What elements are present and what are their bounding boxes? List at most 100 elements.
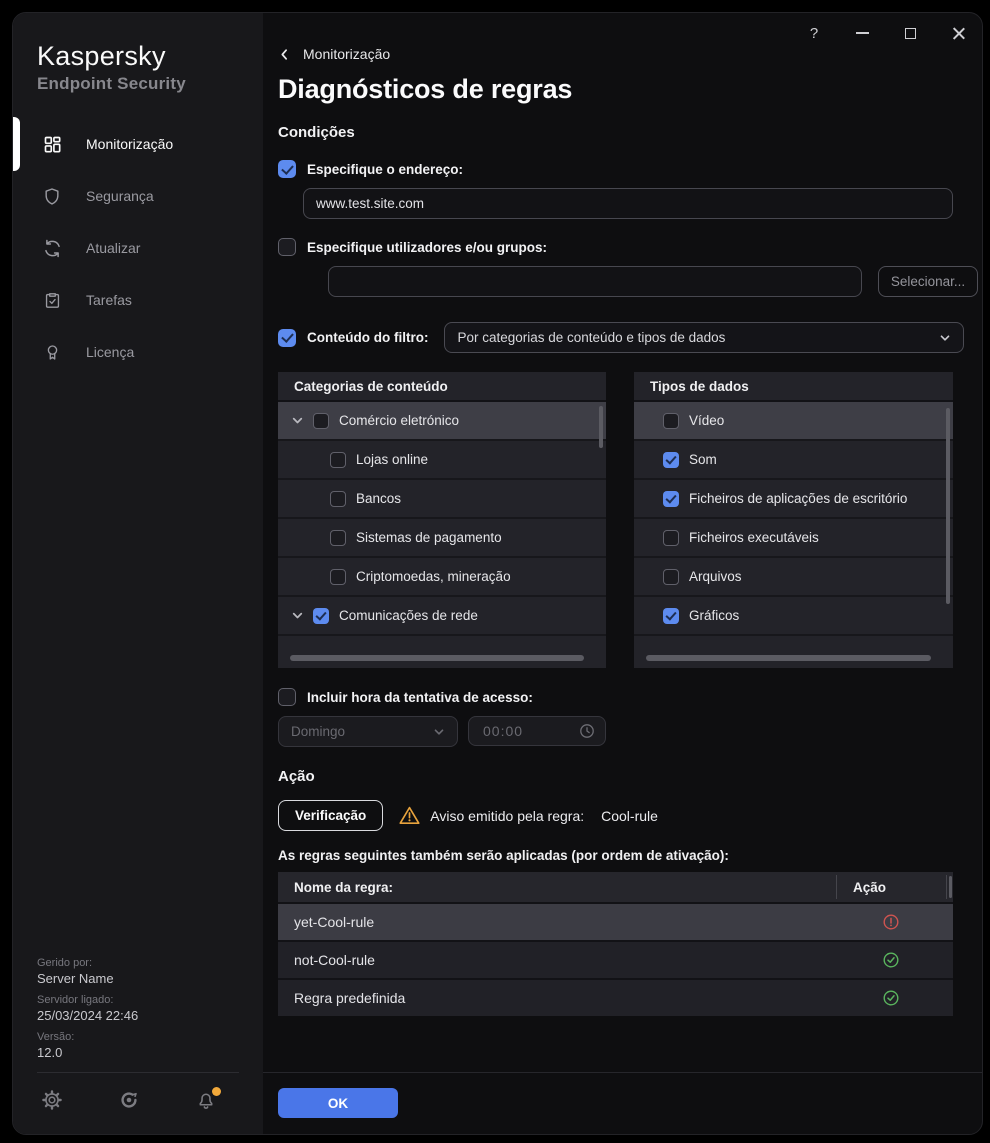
address-checkbox-row: Especifique o endereço:: [278, 160, 978, 178]
help-button[interactable]: ?: [790, 17, 838, 49]
clock-icon: [579, 723, 595, 739]
category-checkbox[interactable]: [313, 412, 329, 429]
access-time-checkbox[interactable]: [278, 688, 296, 706]
datatype-checkbox[interactable]: [663, 412, 679, 429]
table-row[interactable]: Regra predefinida: [278, 978, 953, 1016]
table-scrollbar[interactable]: [949, 876, 952, 898]
warning-rule-name: Cool-rule: [601, 807, 658, 824]
verification-button[interactable]: Verificação: [278, 800, 384, 831]
datatype-checkbox[interactable]: [663, 490, 679, 507]
address-input[interactable]: [303, 188, 953, 219]
column-divider: [946, 875, 947, 899]
warning-triangle-icon: [399, 806, 420, 825]
datatype-row[interactable]: Gráficos: [634, 597, 953, 636]
category-row[interactable]: Lojas online: [278, 441, 606, 480]
datatype-label: Gráficos: [689, 608, 740, 623]
footer-divider: [263, 1072, 982, 1073]
datatype-label: Arquivos: [689, 569, 742, 584]
day-dropdown[interactable]: Domingo: [278, 716, 458, 747]
category-checkbox[interactable]: [313, 607, 329, 624]
datatype-checkbox[interactable]: [663, 451, 679, 468]
action-heading: Ação: [278, 768, 315, 785]
table-row[interactable]: not-Cool-rule: [278, 940, 953, 978]
category-checkbox[interactable]: [330, 529, 346, 546]
day-dropdown-value: Domingo: [291, 724, 346, 739]
chevron-down-icon[interactable]: [291, 414, 304, 427]
conditions-heading: Condições: [278, 124, 355, 141]
category-label: Sistemas de pagamento: [356, 530, 502, 545]
sidebar-item-label: Licença: [86, 344, 135, 360]
vertical-scrollbar[interactable]: [599, 406, 603, 448]
close-button[interactable]: [934, 17, 982, 49]
datatype-row[interactable]: Som: [634, 441, 953, 480]
filter-dropdown-value: Por categorias de conteúdo e tipos de da…: [457, 330, 726, 345]
managed-by-label: Gerido por:: [37, 957, 93, 969]
tasks-icon: [41, 289, 63, 311]
sidebar-nav: Monitorização Segurança Atualizar Tarefa…: [13, 117, 263, 378]
version-value: 12.0: [37, 1045, 63, 1060]
sidebar-item-label: Monitorização: [86, 136, 174, 152]
category-label: Lojas online: [356, 452, 429, 467]
category-row[interactable]: Criptomoedas, mineração: [278, 558, 606, 597]
settings-gear-icon[interactable]: [41, 1089, 65, 1113]
refresh-icon: [41, 237, 63, 259]
category-row[interactable]: Comunicações de rede: [278, 597, 606, 636]
minimize-icon: [855, 32, 869, 34]
sidebar-item-tarefas[interactable]: Tarefas: [13, 274, 263, 326]
sidebar-item-label: Atualizar: [86, 240, 141, 256]
help-icon: ?: [809, 24, 819, 42]
sidebar-item-label: Segurança: [86, 188, 154, 204]
category-row[interactable]: Comércio eletrónico: [278, 402, 606, 441]
category-row[interactable]: Bancos: [278, 480, 606, 519]
datatype-row[interactable]: Ficheiros executáveis: [634, 519, 953, 558]
maximize-button[interactable]: [886, 17, 934, 49]
table-row[interactable]: yet-Cool-rule: [278, 902, 953, 940]
access-time-controls: Domingo 00:00: [278, 716, 978, 747]
datatype-row[interactable]: Ficheiros de aplicações de escritório: [634, 480, 953, 519]
sidebar-item-atualizar[interactable]: Atualizar: [13, 222, 263, 274]
time-input[interactable]: 00:00: [468, 716, 606, 746]
filter-checkbox[interactable]: [278, 328, 296, 347]
horizontal-scrollbar[interactable]: [290, 655, 584, 661]
chevron-down-icon[interactable]: [291, 609, 304, 622]
data-types-panel: Tipos de dados Vídeo Som Ficheiros de ap…: [634, 372, 953, 668]
datatype-row[interactable]: Arquivos: [634, 558, 953, 597]
users-input[interactable]: [328, 266, 862, 297]
sidebar-item-licenca[interactable]: Licença: [13, 326, 263, 378]
sidebar: Kaspersky Endpoint Security Monitorizaçã…: [13, 13, 263, 1134]
datatype-row[interactable]: Vídeo: [634, 402, 953, 441]
horizontal-scrollbar[interactable]: [646, 655, 931, 661]
category-checkbox[interactable]: [330, 451, 346, 468]
sidebar-item-monitorizacao[interactable]: Monitorização: [13, 117, 263, 171]
datatype-checkbox[interactable]: [663, 607, 679, 624]
datatype-checkbox[interactable]: [663, 568, 679, 585]
verification-row: Verificação Aviso emitido pela regra: Co…: [278, 800, 978, 831]
allowed-status-icon: [883, 952, 899, 968]
sidebar-item-seguranca[interactable]: Segurança: [13, 170, 263, 222]
ok-button[interactable]: OK: [278, 1088, 398, 1118]
category-row[interactable]: Sistemas de pagamento: [278, 519, 606, 558]
filter-dropdown[interactable]: Por categorias de conteúdo e tipos de da…: [444, 322, 965, 353]
rule-name: not-Cool-rule: [294, 952, 375, 968]
license-icon: [41, 341, 63, 363]
back-link[interactable]: Monitorização: [278, 46, 390, 62]
managed-by-value: Server Name: [37, 971, 114, 986]
time-value: 00:00: [483, 723, 524, 739]
support-icon[interactable]: [118, 1089, 142, 1113]
sidebar-divider: [37, 1072, 239, 1073]
address-checkbox[interactable]: [278, 160, 296, 178]
category-checkbox[interactable]: [330, 568, 346, 585]
datatype-label: Ficheiros executáveis: [689, 530, 819, 545]
users-label: Especifique utilizadores e/ou grupos:: [307, 239, 548, 255]
filter-label: Conteúdo do filtro:: [307, 330, 429, 345]
users-checkbox[interactable]: [278, 238, 296, 256]
select-users-button[interactable]: Selecionar...: [878, 266, 978, 297]
minimize-button[interactable]: [838, 17, 886, 49]
vertical-scrollbar[interactable]: [946, 408, 950, 604]
warning-text: Aviso emitido pela regra:: [430, 807, 585, 824]
category-checkbox[interactable]: [330, 490, 346, 507]
notifications-bell-icon[interactable]: [195, 1087, 221, 1113]
server-info: Gerido por: Server Name Servidor ligado:…: [37, 957, 138, 1060]
category-label: Bancos: [356, 491, 402, 506]
datatype-checkbox[interactable]: [663, 529, 679, 546]
